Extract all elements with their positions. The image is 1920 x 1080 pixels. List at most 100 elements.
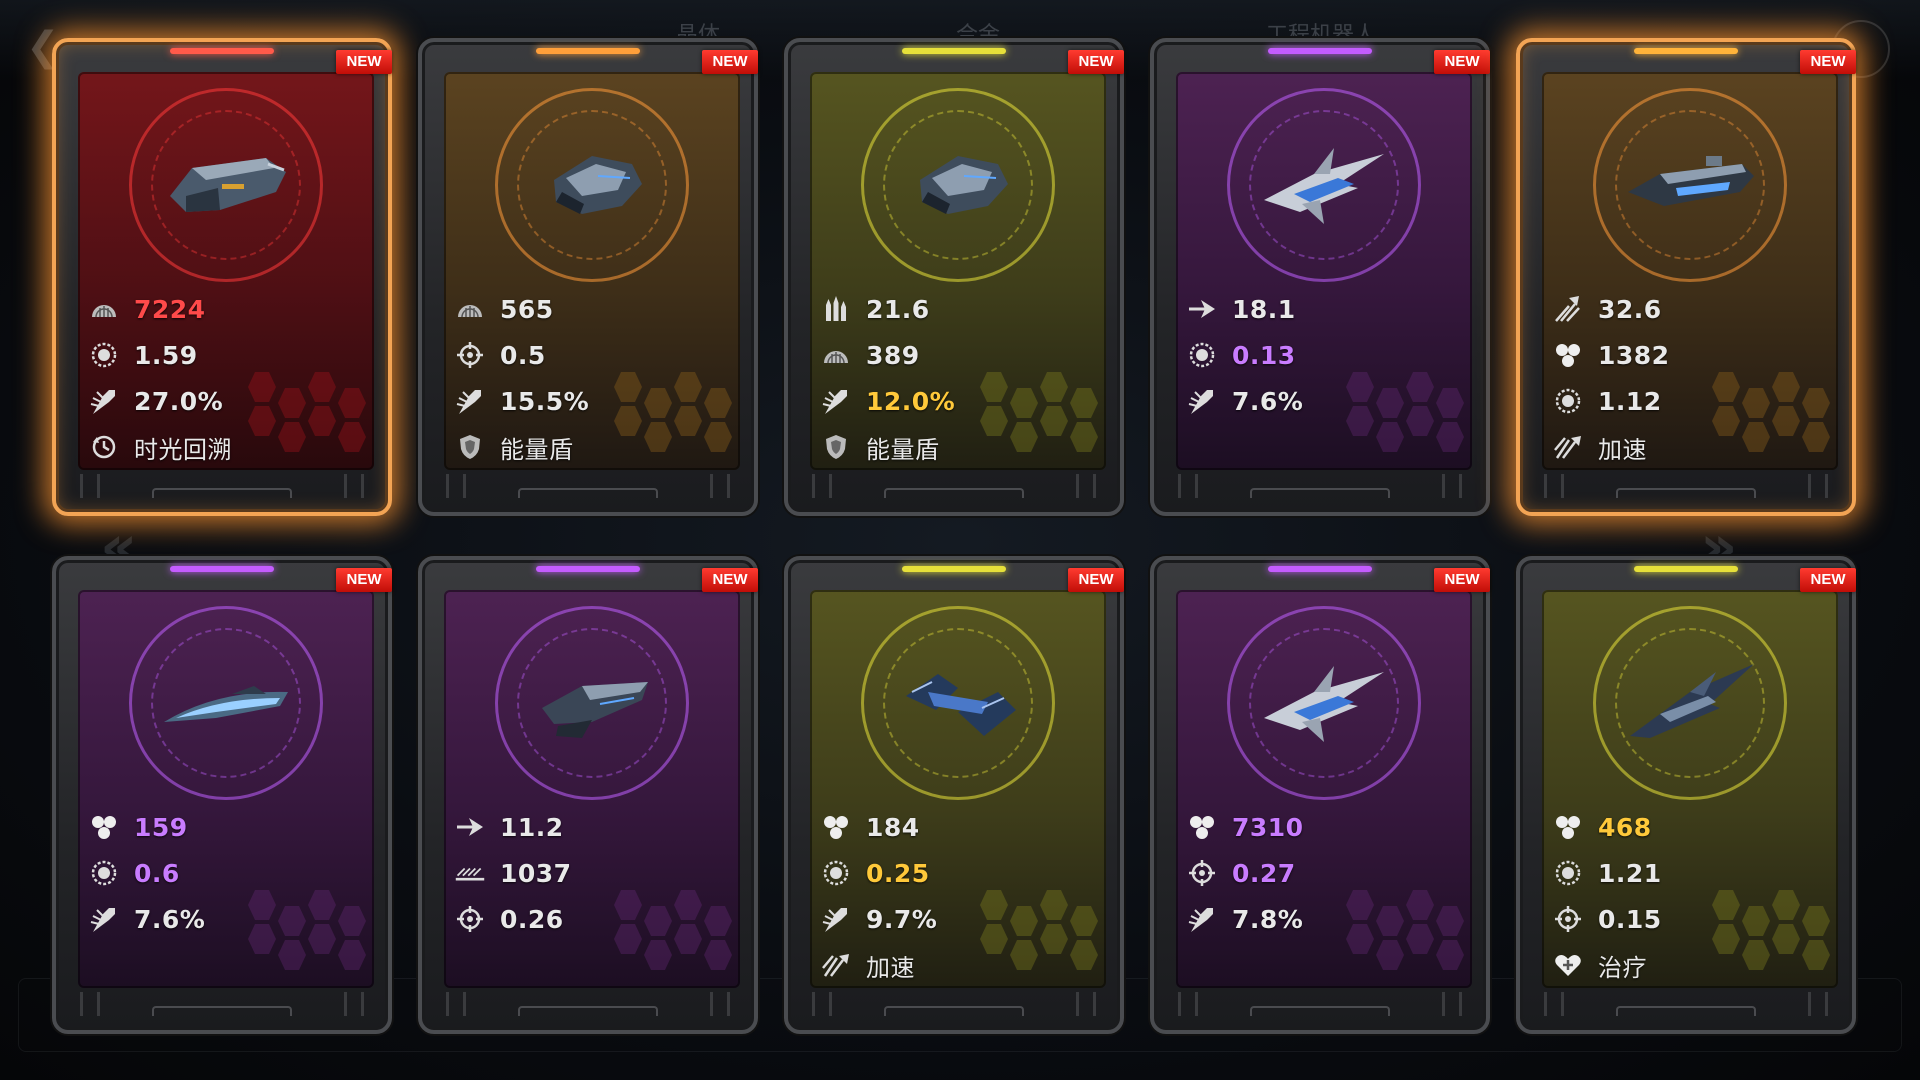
hull-icon xyxy=(1552,339,1584,371)
target-icon xyxy=(454,903,486,935)
stat-row: 11.2 xyxy=(454,804,734,850)
stat-value: 1382 xyxy=(1598,340,1670,370)
carrier-ship-icon xyxy=(888,652,1028,752)
item-card[interactable]: 184 0.25 9.7% 加速 NEW xyxy=(784,556,1124,1034)
stat-list: 184 0.25 9.7% 加速 xyxy=(820,804,1100,988)
item-card[interactable]: 159 0.6 7.6% NEW xyxy=(52,556,392,1034)
hex-pattern xyxy=(1436,940,1464,970)
target-icon xyxy=(1552,903,1584,935)
crit-icon xyxy=(820,903,852,935)
stat-row: 18.1 xyxy=(1186,286,1466,332)
stat-list: 32.6 1382 1.12 加速 xyxy=(1552,286,1832,470)
card-panel: 184 0.25 9.7% 加速 xyxy=(810,590,1106,988)
stat-value: 7224 xyxy=(134,294,206,324)
rate-icon xyxy=(88,857,120,889)
stat-value: 389 xyxy=(866,340,920,370)
card-footer xyxy=(802,982,1106,1022)
new-badge: NEW xyxy=(336,50,392,74)
grade-bar xyxy=(1634,566,1738,572)
stat-value: 9.7% xyxy=(866,904,938,934)
hull-icon xyxy=(88,811,120,843)
stat-row: 7224 xyxy=(88,286,368,332)
stat-row: 32.6 xyxy=(1552,286,1832,332)
item-card[interactable]: 468 1.21 0.15 治疗 NEW xyxy=(1516,556,1856,1034)
item-card[interactable]: 7224 1.59 27.0% 时光回溯 NEW xyxy=(52,38,392,516)
skill-name: 时光回溯 xyxy=(134,435,232,464)
item-card[interactable]: 7310 0.27 7.8% NEW xyxy=(1150,556,1490,1034)
new-badge: NEW xyxy=(1800,568,1856,592)
rate-icon xyxy=(88,339,120,371)
burst-icon xyxy=(1552,293,1584,325)
stat-row: 0.6 xyxy=(88,850,368,896)
ammo-icon xyxy=(820,293,852,325)
new-badge: NEW xyxy=(1434,568,1490,592)
interceptor-ship-icon xyxy=(1254,652,1394,752)
hull-icon xyxy=(820,811,852,843)
new-badge: NEW xyxy=(1068,568,1124,592)
new-badge: NEW xyxy=(702,50,758,74)
hex-pattern xyxy=(1376,422,1404,452)
skill-name: 能量盾 xyxy=(866,435,940,464)
stat-row: 1382 xyxy=(1552,332,1832,378)
stat-value: 32.6 xyxy=(1598,294,1662,324)
stat-row: 9.7% xyxy=(820,896,1100,942)
card-footer xyxy=(436,982,740,1022)
stat-row: 1.21 xyxy=(1552,850,1832,896)
hull-icon xyxy=(1552,811,1584,843)
card-panel: 32.6 1382 1.12 加速 xyxy=(1542,72,1838,470)
card-footer xyxy=(70,464,374,504)
card-panel: 21.6 389 12.0% 能量盾 xyxy=(810,72,1106,470)
hex-pattern xyxy=(1436,422,1464,452)
rate-icon xyxy=(1186,339,1218,371)
reward-screen: ❮ 晶体 合金 工程机器人 ‹‹ ›› 7224 1.59 27.0% 时光回溯 NEW… xyxy=(0,0,1920,1080)
new-badge: NEW xyxy=(702,568,758,592)
skill-name: 能量盾 xyxy=(500,435,574,464)
hull-icon xyxy=(1186,811,1218,843)
shield-icon xyxy=(454,431,486,463)
grade-bar xyxy=(1268,566,1372,572)
item-card[interactable]: 11.2 1037 0.26 NEW xyxy=(418,556,758,1034)
stat-value: 184 xyxy=(866,812,920,842)
stat-value: 7310 xyxy=(1232,812,1304,842)
card-panel: 565 0.5 15.5% 能量盾 xyxy=(444,72,740,470)
interceptor-ship-icon xyxy=(1254,134,1394,234)
card-footer xyxy=(1534,982,1838,1022)
crit-icon xyxy=(88,903,120,935)
stat-list: 11.2 1037 0.26 xyxy=(454,804,734,942)
boost-icon xyxy=(1552,431,1584,463)
item-card[interactable]: 565 0.5 15.5% 能量盾 NEW xyxy=(418,38,758,516)
card-footer xyxy=(1534,464,1838,504)
stat-row: 468 xyxy=(1552,804,1832,850)
stat-value: 11.2 xyxy=(500,812,564,842)
card-panel: 18.1 0.13 7.6% xyxy=(1176,72,1472,470)
corvette-ship-icon xyxy=(156,652,296,752)
target-icon xyxy=(454,339,486,371)
stat-value: 7.6% xyxy=(134,904,206,934)
crit-icon xyxy=(88,385,120,417)
stat-row: 7310 xyxy=(1186,804,1466,850)
boost-icon xyxy=(820,949,852,981)
stat-value: 0.5 xyxy=(500,340,546,370)
card-panel: 468 1.21 0.15 治疗 xyxy=(1542,590,1838,988)
new-badge: NEW xyxy=(1434,50,1490,74)
stat-row: 1037 xyxy=(454,850,734,896)
stat-value: 18.1 xyxy=(1232,294,1296,324)
skill-name: 加速 xyxy=(1598,435,1647,464)
grade-bar xyxy=(1268,48,1372,54)
crit-icon xyxy=(454,385,486,417)
stat-row: 159 xyxy=(88,804,368,850)
stat-list: 159 0.6 7.6% xyxy=(88,804,368,942)
card-panel: 159 0.6 7.6% xyxy=(78,590,374,988)
stat-list: 468 1.21 0.15 治疗 xyxy=(1552,804,1832,988)
card-footer xyxy=(1168,982,1472,1022)
assault-frigate-ship-icon xyxy=(522,134,662,234)
stat-row: 0.25 xyxy=(820,850,1100,896)
rate-icon xyxy=(820,857,852,889)
stat-value: 159 xyxy=(134,812,188,842)
armor-icon xyxy=(820,339,852,371)
card-panel: 11.2 1037 0.26 xyxy=(444,590,740,988)
item-card[interactable]: 32.6 1382 1.12 加速 NEW xyxy=(1516,38,1856,516)
item-card[interactable]: 21.6 389 12.0% 能量盾 NEW xyxy=(784,38,1124,516)
item-card[interactable]: 18.1 0.13 7.6% NEW xyxy=(1150,38,1490,516)
card-footer xyxy=(802,464,1106,504)
